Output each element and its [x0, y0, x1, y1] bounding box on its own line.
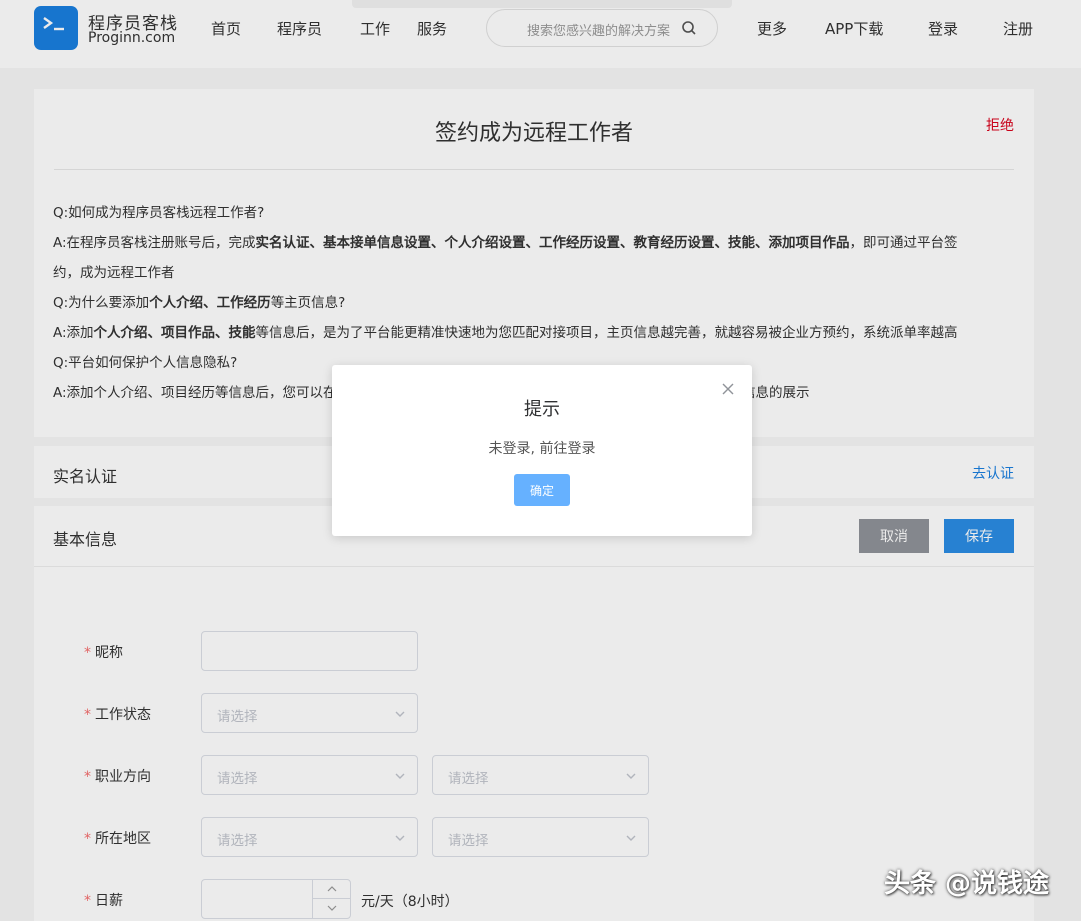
dialog-title: 提示: [524, 399, 560, 420]
confirm-button[interactable]: 确定: [514, 474, 570, 506]
login-prompt-dialog: 提示 未登录, 前往登录 确定: [332, 365, 752, 536]
watermark: 头条 @说钱途: [884, 869, 1050, 899]
close-icon[interactable]: [722, 383, 734, 399]
dialog-message: 未登录, 前往登录: [488, 441, 596, 457]
